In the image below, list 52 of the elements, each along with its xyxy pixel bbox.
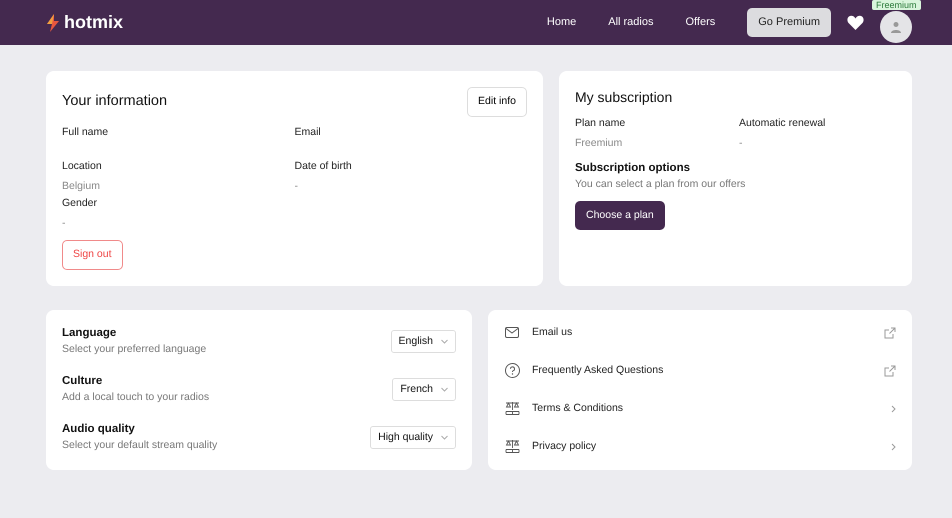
nav-link[interactable]: All radios <box>592 14 670 31</box>
chevron-right-icon <box>891 404 896 412</box>
scales-icon <box>504 401 520 416</box>
avatar[interactable] <box>880 11 912 43</box>
chevron-down-icon <box>441 435 448 440</box>
help-icon <box>504 363 520 378</box>
mail-icon <box>505 327 519 338</box>
plan-badge: Freemium <box>872 0 921 10</box>
field-label: Gender <box>62 196 98 212</box>
field-label: Automatic renewal <box>739 116 826 131</box>
dropdown[interactable]: French <box>392 378 456 402</box>
dropdown[interactable]: High quality <box>370 426 456 450</box>
field-label: Location <box>62 158 103 174</box>
setting-title: Audio quality <box>62 422 136 437</box>
nav-link[interactable]: Offers <box>669 14 732 31</box>
setting-description: Add a local touch to your radios <box>62 390 210 406</box>
link[interactable]: Terms & Conditions <box>532 400 624 416</box>
sign-out-button[interactable]: Sign out <box>62 240 123 270</box>
field-value: Freemium <box>575 136 624 151</box>
field-value: - <box>62 216 66 231</box>
chevron-down-icon <box>441 387 448 392</box>
field-label: Date of birth <box>294 158 353 174</box>
link[interactable]: Email us <box>532 324 572 340</box>
logo-icon <box>46 14 60 32</box>
setting-description: Select your default stream quality <box>62 438 218 454</box>
scales-icon <box>504 439 520 454</box>
description-text: You can select a plan from our offers <box>575 176 746 192</box>
section-title: Your information <box>62 92 168 111</box>
setting-description: Select your preferred language <box>62 342 206 358</box>
link[interactable]: Frequently Asked Questions <box>532 362 664 378</box>
field-value: - <box>294 178 299 194</box>
choose-plan-button[interactable]: Choose a plan <box>575 200 665 230</box>
field-value: Belgium <box>62 178 101 194</box>
setting-title: Language <box>62 326 118 341</box>
chevron-down-icon <box>441 339 448 344</box>
external-link-icon <box>884 364 896 376</box>
field-label: Plan name <box>575 116 626 131</box>
setting-title: Culture <box>62 374 104 389</box>
go-premium-button[interactable]: Go Premium <box>747 8 831 37</box>
field-label: Email <box>294 124 322 140</box>
section-title: My subscription <box>575 88 674 107</box>
field-label: Full name <box>62 124 110 140</box>
subsection-title: Subscription options <box>575 160 691 176</box>
logo-text[interactable]: hotmix <box>64 9 124 36</box>
edit-info-button[interactable]: Edit info <box>467 87 527 117</box>
heart-icon[interactable] <box>847 15 864 30</box>
external-link-icon <box>884 326 896 338</box>
field-value: - <box>739 136 744 151</box>
dropdown[interactable]: English <box>390 330 456 354</box>
nav-link[interactable]: Home <box>530 14 592 31</box>
chevron-right-icon <box>891 442 896 450</box>
link[interactable]: Privacy policy <box>532 438 596 454</box>
